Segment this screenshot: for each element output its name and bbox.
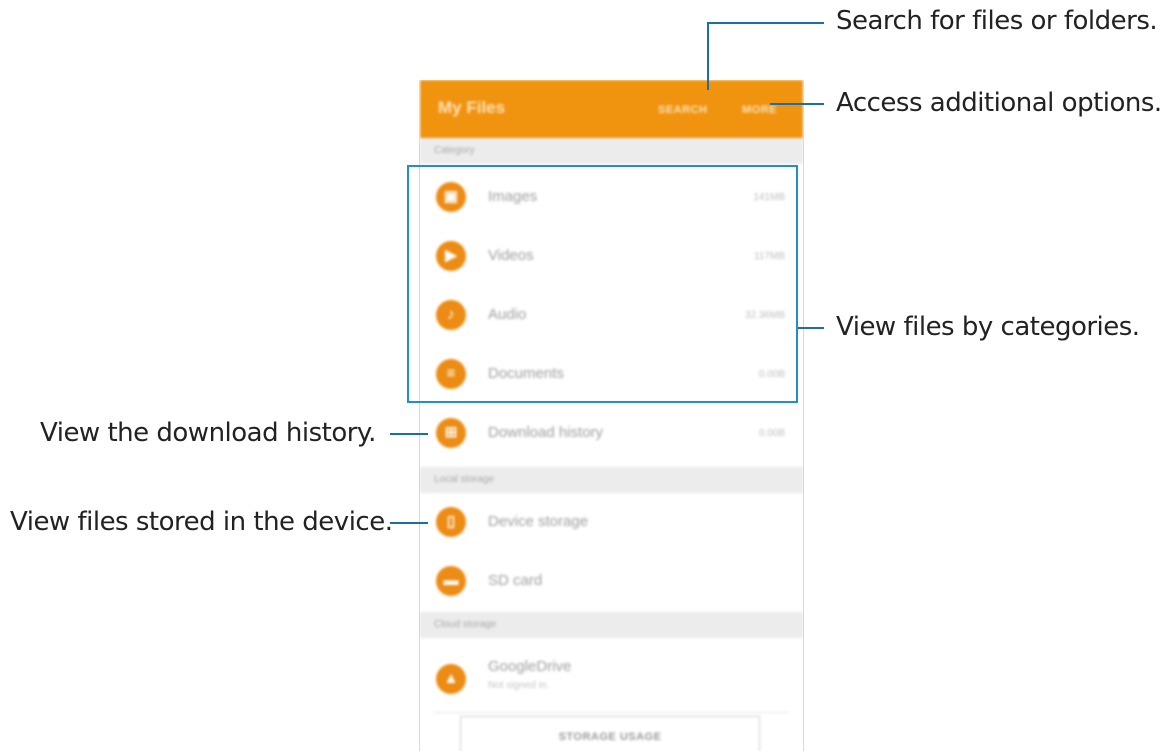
divider [434,712,789,713]
device-storage-label: Device storage [488,513,589,530]
section-header-cloud-storage: Cloud storage [420,612,803,638]
sd-card-label: SD card [488,572,543,589]
download-history-label: Download history [488,424,604,441]
sd-card-item[interactable]: ▬ SD card [420,552,803,610]
callout-line-search-vertical [707,22,709,90]
callout-line-download [390,433,428,435]
app-title: My Files [438,98,506,117]
phone-icon: ▯ [436,507,466,537]
callout-download: View the download history. [40,418,376,448]
callout-search: Search for files or folders. [836,6,1158,36]
callout-line-categories [798,327,824,329]
search-button[interactable]: SEARCH [658,104,707,116]
google-drive-label: GoogleDrive [488,658,572,675]
download-history-item[interactable]: ⊞ Download history 0.00B [420,404,803,462]
callout-categories: View files by categories. [836,312,1140,342]
google-drive-status: Not signed in. [488,680,550,691]
callout-line-more [770,103,824,105]
categories-highlight-box [407,165,798,403]
section-header-local-storage: Local storage [420,467,803,493]
sd-card-icon: ▬ [436,566,466,596]
download-history-size: 0.00B [758,428,785,439]
section-header-category: Category [420,138,803,164]
more-button[interactable]: MORE [742,104,777,116]
google-drive-icon: ▲ [436,664,466,694]
device-storage-item[interactable]: ▯ Device storage [420,493,803,551]
download-icon: ⊞ [436,418,466,448]
callout-line-search-horizontal [707,22,824,24]
callout-more: Access additional options. [836,88,1162,118]
callout-device: View files stored in the device. [10,507,393,537]
app-bar: My Files SEARCH MORE [420,80,803,138]
google-drive-item[interactable]: ▲ GoogleDrive Not signed in. [420,646,803,710]
callout-line-device [390,522,428,524]
storage-usage-button[interactable]: STORAGE USAGE [460,716,760,751]
